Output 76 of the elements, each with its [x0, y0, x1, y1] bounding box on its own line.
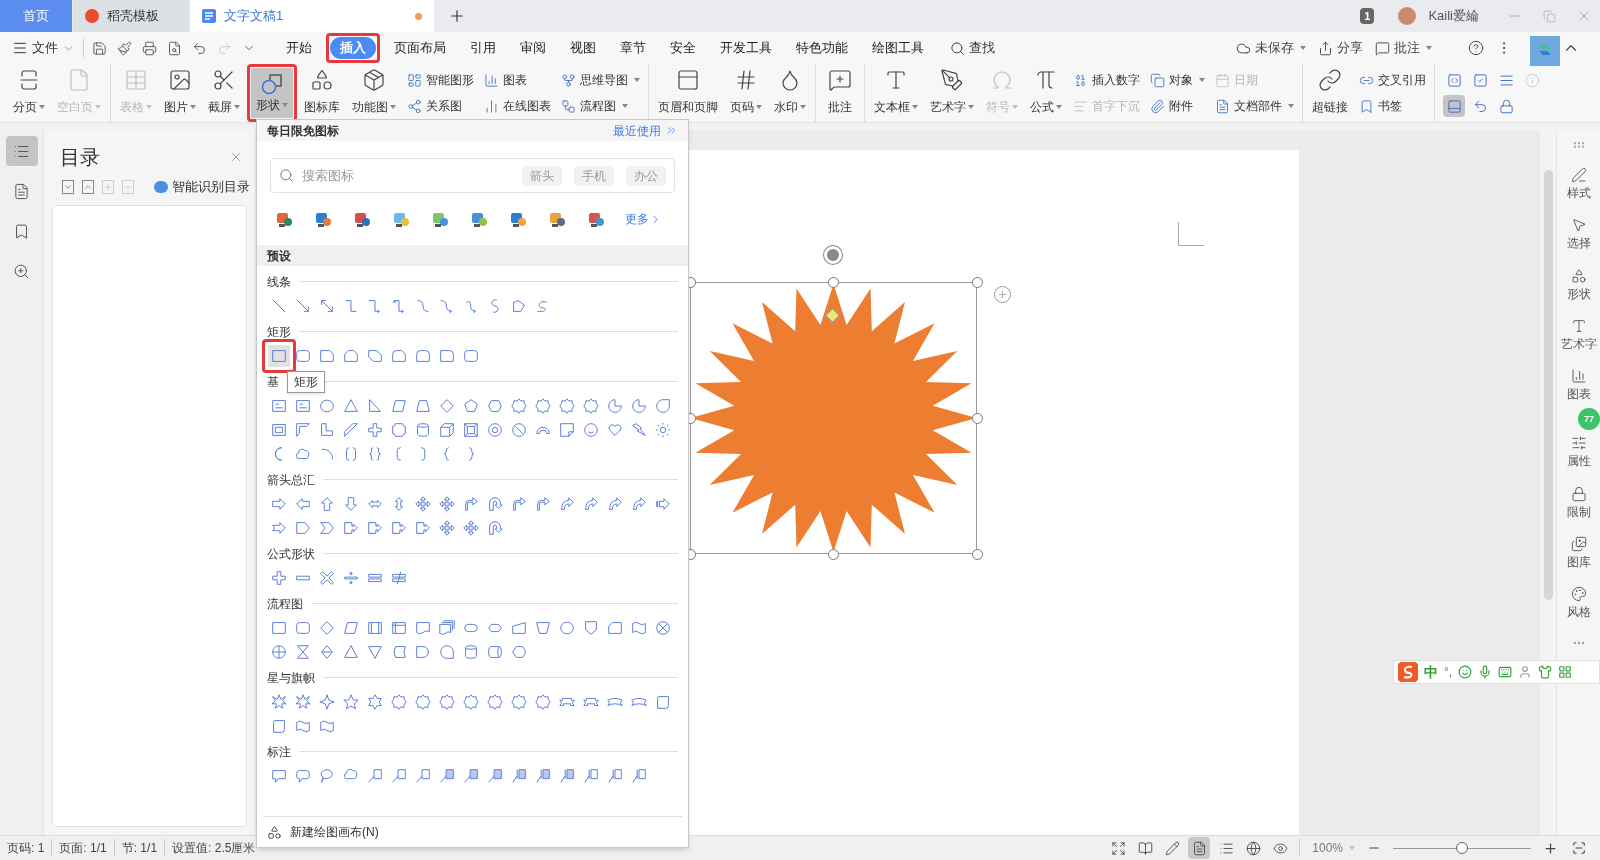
more-link[interactable]: 更多	[625, 210, 662, 228]
sidebar-button[interactable]: 图库	[1566, 535, 1591, 571]
smart-toc-button[interactable]: 智能识别目录	[154, 178, 250, 197]
menu-tab[interactable]: 审阅	[510, 37, 556, 59]
menu-tab[interactable]: 页面布局	[384, 37, 456, 59]
tab-title: 文字文稿1	[224, 7, 284, 26]
ribbon-button[interactable]: 对象	[1150, 70, 1205, 90]
ribbon-button[interactable]: 批注	[820, 64, 860, 120]
pane-title: 目录	[60, 145, 100, 170]
category-label: 公式形状	[267, 545, 315, 563]
sidebar-button[interactable]: 艺术字	[1560, 317, 1597, 353]
category-label: 标注	[267, 743, 291, 761]
ribbon-button[interactable]: 插入数字	[1073, 70, 1140, 90]
menu-tab[interactable]: 引用	[460, 37, 506, 59]
panel-heading: 每日限免图标	[267, 122, 339, 140]
menu-tab[interactable]: 安全	[660, 37, 706, 59]
sidebar-button[interactable]: 形状	[1566, 267, 1591, 303]
ribbon-button[interactable]: 图表	[484, 70, 551, 90]
ribbon-button[interactable]: 在线图表	[484, 96, 551, 116]
ribbon-button[interactable]: 公式	[1025, 64, 1067, 120]
ribbon-button[interactable]: 书签	[1359, 96, 1426, 116]
ribbon-button[interactable]: 思维导图	[561, 70, 640, 90]
ribbon-button[interactable]: 形状	[251, 68, 293, 118]
user-name[interactable]: Kaili爱綸	[1428, 6, 1479, 26]
category-label: 矩形	[267, 323, 291, 341]
category-label: 线条	[267, 273, 291, 291]
category-label: 流程图	[267, 595, 303, 613]
zoom-dropdown[interactable]: 100%	[1312, 839, 1355, 857]
category-label: 星与旗帜	[267, 669, 315, 687]
ribbon-button[interactable]: 功能图	[347, 64, 401, 120]
sidebar-button[interactable]: 限制	[1566, 485, 1591, 521]
toolbar-button[interactable]: 未保存	[1236, 38, 1306, 58]
ribbon-button[interactable]: 页码	[725, 64, 767, 120]
tooltip: 矩形	[287, 371, 325, 393]
menu-tab[interactable]: 绘图工具	[862, 37, 934, 59]
ribbon-button[interactable]: 交叉引用	[1359, 70, 1426, 90]
category-label: 基	[267, 373, 279, 391]
status-text: 节: 1/1	[113, 839, 165, 857]
file-menu[interactable]: 文件	[12, 38, 75, 58]
toolbar-button[interactable]: 分享	[1318, 38, 1363, 58]
ribbon-button[interactable]: 文档部件	[1215, 96, 1294, 116]
ribbon-button[interactable]: 流程图	[561, 96, 640, 116]
sidebar-button[interactable]: 选择	[1566, 217, 1591, 253]
ribbon-button[interactable]: 智能图形	[407, 70, 474, 90]
recent-link[interactable]: 最近使用	[613, 121, 678, 140]
search-button[interactable]: 查找	[950, 38, 995, 58]
ribbon-button[interactable]: 文本框	[869, 64, 923, 120]
ribbon-button[interactable]: 水印	[769, 64, 811, 120]
ribbon-button[interactable]: 超链接	[1307, 64, 1353, 120]
category-label: 箭头总汇	[267, 471, 315, 489]
menu-tab[interactable]: 章节	[610, 37, 656, 59]
document-tab[interactable]: 稻壳模板	[73, 0, 189, 32]
status-text: 页面: 1/1	[51, 839, 114, 857]
sidebar-button[interactable]: 样式	[1566, 167, 1591, 203]
document-tab[interactable]: 文字文稿1	[190, 0, 434, 32]
status-text: 页码: 1	[6, 840, 46, 857]
sidebar-button[interactable]: 属性	[1566, 435, 1591, 471]
tab-title: 稻壳模板	[107, 7, 159, 26]
section-heading: 预设	[267, 247, 291, 265]
page-count-badge: 1	[1360, 7, 1375, 25]
toolbar-button[interactable]: 批注	[1375, 38, 1432, 58]
menu-tab[interactable]: 开始	[276, 37, 322, 59]
ribbon-button[interactable]: 图片	[159, 64, 201, 120]
sidebar-button[interactable]: 图表	[1566, 368, 1591, 404]
ribbon-button[interactable]: 截屏	[203, 64, 245, 120]
menu-tab[interactable]: 视图	[560, 37, 606, 59]
tab-title: 首页	[23, 7, 49, 26]
menu-tab[interactable]: 特色功能	[786, 37, 858, 59]
ribbon-button[interactable]: 附件	[1150, 96, 1205, 116]
ribbon-button[interactable]: 图标库	[299, 64, 345, 120]
ribbon-button[interactable]: 分页	[8, 64, 50, 120]
sidebar-button[interactable]: 风格	[1566, 586, 1591, 622]
ribbon-button[interactable]: 艺术字	[925, 64, 979, 120]
ribbon-button[interactable]: 页眉和页脚	[653, 64, 723, 120]
menu-tab[interactable]: 开发工具	[710, 37, 782, 59]
ribbon-button[interactable]: 关系图	[407, 96, 474, 116]
